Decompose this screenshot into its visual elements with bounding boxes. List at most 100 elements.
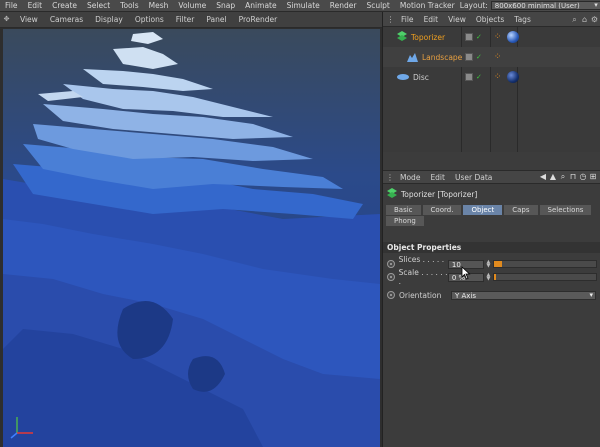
om-menu-edit[interactable]: Edit <box>419 15 444 24</box>
layer-toggle[interactable] <box>465 53 473 61</box>
am-toolbar-icons: ◀ ▲ ⌕ ⊓ ◷ ⊞ <box>538 172 600 182</box>
material-tag-icon[interactable] <box>507 31 520 43</box>
enabled-check-icon[interactable]: ✓ <box>476 73 482 81</box>
object-title: Toporizer [Toporizer] <box>387 188 477 200</box>
main-menubar: File Edit Create Select Tools Mesh Volum… <box>0 0 600 12</box>
layer-toggle[interactable] <box>465 73 473 81</box>
animate-radio[interactable] <box>387 291 395 299</box>
viewport-menu-display[interactable]: Display <box>89 15 129 24</box>
layer-toggle[interactable] <box>465 33 473 41</box>
material-tag-icon[interactable] <box>507 71 520 83</box>
viewport-panel: ✥ View Cameras Display Options Filter Pa… <box>0 12 382 447</box>
phong-tag-icon[interactable]: ⁘ <box>494 72 502 82</box>
menu-render[interactable]: Render <box>325 0 362 12</box>
disc-icon <box>397 74 409 80</box>
phong-tag-icon[interactable]: ⁘ <box>494 32 502 42</box>
tab-coord[interactable]: Coord. <box>422 205 462 215</box>
viewport-canvas[interactable] <box>3 29 380 447</box>
object-list: Toporizer ✓ ⁘ Landscape ✓ ⁘ Disc ✓ ⁘ <box>383 27 600 152</box>
move-view-icon[interactable]: ✥ <box>3 16 10 23</box>
grip-icon: ⋮ <box>386 172 394 182</box>
topographic-render <box>3 29 380 447</box>
object-row-toporizer[interactable]: Toporizer ✓ ⁘ <box>383 27 600 47</box>
om-menu-tags[interactable]: Tags <box>509 15 536 24</box>
object-row-disc[interactable]: Disc ✓ ⁘ <box>383 67 600 87</box>
slices-slider-fill <box>493 261 502 267</box>
object-name-toporizer[interactable]: Toporizer <box>411 33 445 42</box>
menu-tools[interactable]: Tools <box>115 0 143 12</box>
viewport-menu-options[interactable]: Options <box>129 15 170 24</box>
history-icon[interactable]: ◷ <box>578 172 588 182</box>
prop-orientation: Orientation Y Axis <box>387 289 597 301</box>
tab-caps[interactable]: Caps <box>504 205 538 215</box>
menu-file[interactable]: File <box>0 0 23 12</box>
tab-basic[interactable]: Basic <box>386 205 421 215</box>
home-icon[interactable]: ⌂ <box>580 15 589 24</box>
phong-tag-icon[interactable]: ⁘ <box>494 52 502 62</box>
slices-stepper[interactable]: ▲ ▼ <box>486 259 491 269</box>
animate-radio[interactable] <box>387 260 395 268</box>
viewport-menubar: ✥ View Cameras Display Options Filter Pa… <box>0 12 382 28</box>
up-arrow-icon[interactable]: ▲ <box>548 172 558 182</box>
viewport-menu-panel[interactable]: Panel <box>200 15 232 24</box>
new-panel-icon[interactable]: ⊞ <box>588 172 598 182</box>
grip-icon: ⋮ <box>386 14 395 24</box>
viewport-menu-filter[interactable]: Filter <box>170 15 201 24</box>
layout-dropdown[interactable]: 800x600 minimal (User) <box>490 1 600 10</box>
menu-animate[interactable]: Animate <box>240 0 281 12</box>
om-menu-objects[interactable]: Objects <box>471 15 509 24</box>
section-object-properties: Object Properties <box>383 242 600 253</box>
om-menu-view[interactable]: View <box>443 15 471 24</box>
search-icon[interactable]: ⌕ <box>570 15 579 24</box>
slices-slider[interactable] <box>492 260 597 268</box>
viewport-menu-view[interactable]: View <box>14 15 44 24</box>
lock-icon[interactable]: ⊓ <box>568 172 578 182</box>
orientation-label: Orientation <box>399 290 442 300</box>
menu-simulate[interactable]: Simulate <box>282 0 325 12</box>
object-name-disc[interactable]: Disc <box>413 73 429 82</box>
am-menu-mode[interactable]: Mode <box>395 173 425 182</box>
object-title-text: Toporizer [Toporizer] <box>401 189 478 199</box>
toporizer-icon <box>387 188 397 198</box>
scale-slider-fill <box>493 274 496 280</box>
viewport-nav-tools: ✥ <box>0 16 14 23</box>
am-menu-user-data[interactable]: User Data <box>450 173 497 182</box>
menu-motion-tracker[interactable]: Motion Tracker <box>395 0 460 12</box>
tab-selections[interactable]: Selections <box>539 205 592 215</box>
object-row-landscape[interactable]: Landscape ✓ ⁘ <box>383 47 600 67</box>
menu-select[interactable]: Select <box>82 0 115 12</box>
mouse-cursor-icon <box>461 266 471 280</box>
om-menu-file[interactable]: File <box>396 15 419 24</box>
tab-phong[interactable]: Phong <box>386 216 424 226</box>
prop-scale: Scale . . . . . . . 0 % ▲ ▼ <box>387 268 597 286</box>
menu-snap[interactable]: Snap <box>211 0 240 12</box>
attribute-manager-menubar: ⋮ Mode Edit User Data ◀ ▲ ⌕ ⊓ ◷ ⊞ <box>383 170 600 184</box>
viewport-menu-cameras[interactable]: Cameras <box>44 15 89 24</box>
menu-volume[interactable]: Volume <box>173 0 211 12</box>
animate-radio[interactable] <box>387 273 395 281</box>
tab-object[interactable]: Object <box>463 205 503 215</box>
scale-slider[interactable] <box>492 273 597 281</box>
right-panel: ⋮ File Edit View Objects Tags ⌕ ⌂ ⚙ Topo… <box>382 12 600 447</box>
orientation-dropdown[interactable]: Y Axis <box>451 290 596 300</box>
scale-label: Scale . . . . . . . <box>398 268 448 286</box>
attribute-tabs: Basic Coord. Object Caps Selections Phon… <box>386 205 598 227</box>
layout-switcher: Layout: 800x600 minimal (User) <box>460 1 600 10</box>
viewport-menu-prorender[interactable]: ProRender <box>233 15 284 24</box>
search-icon[interactable]: ⌕ <box>558 172 568 182</box>
object-name-landscape[interactable]: Landscape <box>422 53 462 62</box>
enabled-check-icon[interactable]: ✓ <box>476 53 482 61</box>
back-arrow-icon[interactable]: ◀ <box>538 172 548 182</box>
am-menu-edit[interactable]: Edit <box>425 173 450 182</box>
menu-edit[interactable]: Edit <box>23 0 48 12</box>
enabled-check-icon[interactable]: ✓ <box>476 33 482 41</box>
scale-stepper[interactable]: ▲ ▼ <box>486 272 491 282</box>
menu-mesh[interactable]: Mesh <box>144 0 174 12</box>
menu-sculpt[interactable]: Sculpt <box>361 0 394 12</box>
layout-label: Layout: <box>459 1 488 10</box>
menu-create[interactable]: Create <box>47 0 82 12</box>
settings-icon[interactable]: ⚙ <box>590 15 599 24</box>
axis-gizmo-icon <box>10 417 33 439</box>
landscape-icon <box>407 53 418 62</box>
toporizer-icon <box>397 31 407 41</box>
